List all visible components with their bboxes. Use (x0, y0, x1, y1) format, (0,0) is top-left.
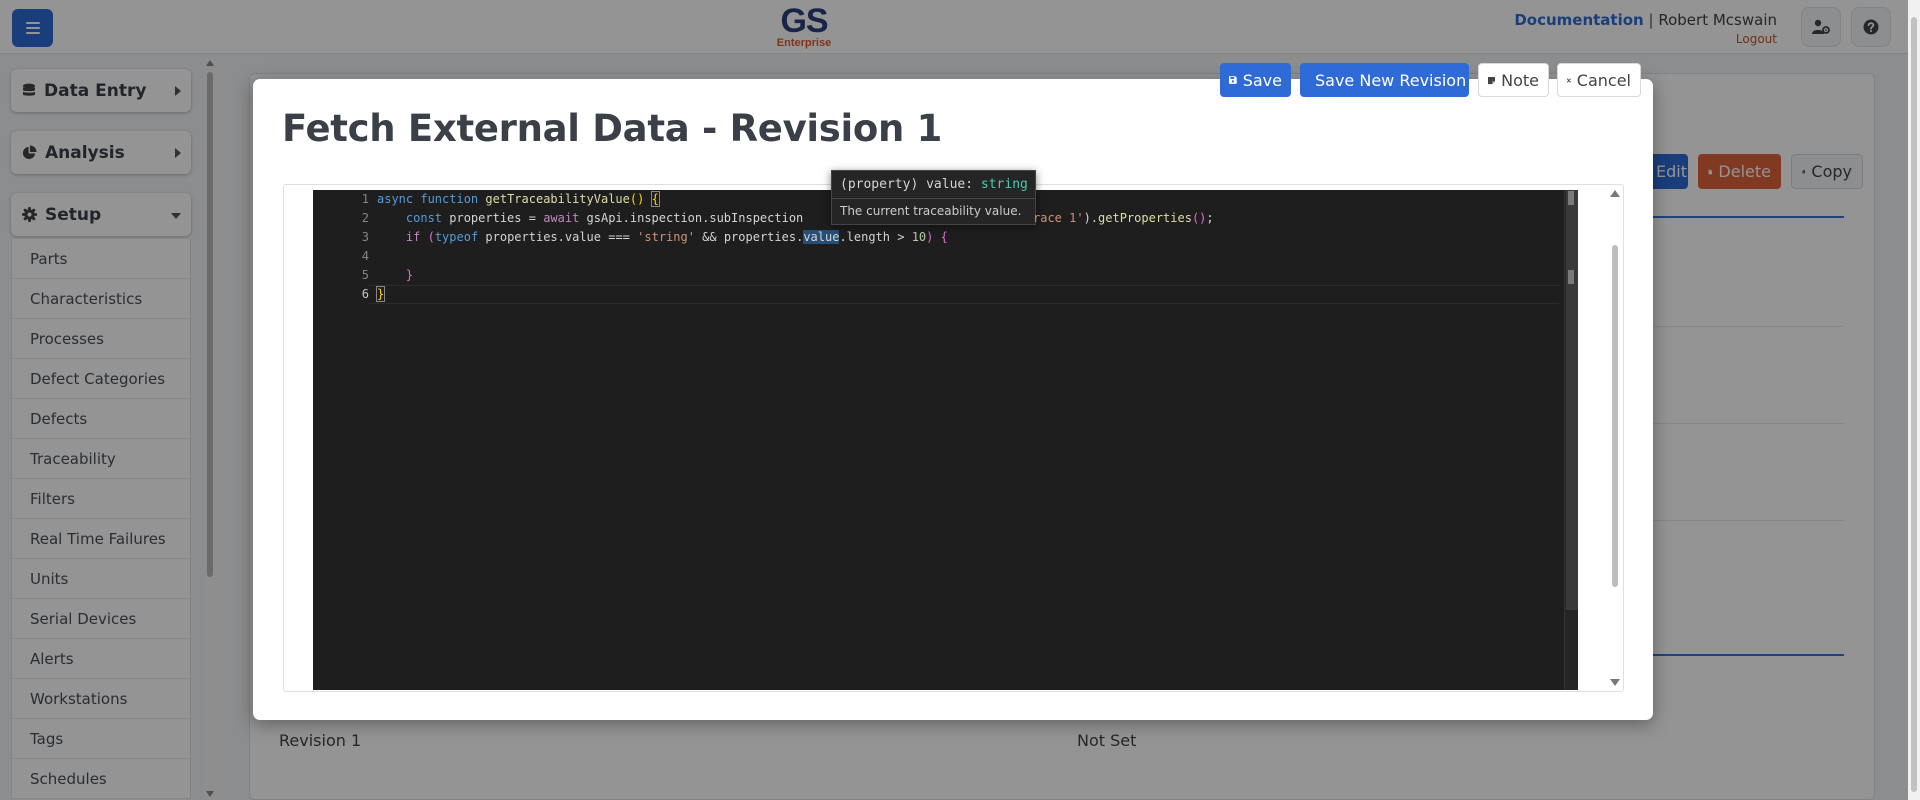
line-number-gutter: 1 2 3 4 5 6 (313, 190, 369, 690)
line-number: 3 (361, 230, 369, 244)
code-token: { (940, 230, 948, 244)
code-token: race 1' (1033, 211, 1084, 225)
save-icon (1229, 76, 1237, 84)
code-token: .length > (839, 230, 912, 244)
code-token: function (420, 192, 479, 206)
code-token: getProperties (1098, 211, 1192, 225)
editor-container-scrollbar[interactable] (1609, 187, 1621, 689)
line-number: 5 (361, 268, 369, 282)
page-scrollbar[interactable] (1908, 0, 1920, 800)
code-editor-scroll-thumb[interactable] (1566, 190, 1578, 610)
hover-tooltip: (property) value: string The current tra… (831, 170, 1036, 225)
code-token: await (543, 211, 580, 225)
code-line-5: } (377, 266, 413, 285)
code-token: 10 (911, 230, 927, 244)
note-button[interactable]: Note (1478, 63, 1549, 97)
line-number: 1 (361, 192, 369, 206)
editor-container-scroll-thumb[interactable] (1612, 245, 1618, 587)
code-token: } (375, 286, 386, 302)
modal-title: Fetch External Data - Revision 1 (282, 107, 943, 150)
close-icon (1567, 78, 1571, 82)
tooltip-signature-type: string (980, 177, 1028, 192)
line-number: 4 (361, 249, 369, 263)
code-token: () (629, 192, 645, 206)
code-line-3: if (typeof properties.value === 'string'… (377, 228, 948, 247)
line-number: 2 (361, 211, 369, 225)
code-token: ( (427, 230, 435, 244)
code-token: () (1191, 211, 1207, 225)
cancel-button[interactable]: Cancel (1557, 63, 1641, 97)
scroll-up-icon[interactable] (1610, 190, 1620, 197)
note-icon (1488, 76, 1496, 84)
code-token: } (405, 268, 414, 282)
page-scroll-thumb[interactable] (1911, 17, 1917, 792)
code-token: getTraceabilityValue (485, 192, 630, 206)
scroll-down-icon[interactable] (1610, 679, 1620, 686)
note-label: Note (1501, 70, 1539, 90)
tooltip-signature-prefix: (property) value: (840, 177, 974, 192)
cancel-label: Cancel (1576, 70, 1631, 90)
current-line-highlight (369, 285, 1559, 304)
code-token: gsApi.inspection.subInspection (579, 211, 804, 225)
text-cursor (384, 287, 386, 302)
tooltip-doc: The current traceability value. (840, 204, 1022, 218)
code-editor-scrollbar[interactable] (1564, 190, 1578, 690)
code-line-1: async function getTraceabilityValue() { (377, 190, 660, 209)
save-button[interactable]: Save (1220, 63, 1291, 97)
code-token: typeof (434, 230, 479, 244)
tooltip-divider (832, 198, 1035, 199)
code-token: && properties. (694, 230, 804, 244)
code-token: properties.value === (478, 230, 638, 244)
code-token: properties = (442, 211, 544, 225)
overview-ruler-mark (1568, 270, 1574, 284)
save-new-revision-label: Save New Revision (1315, 70, 1467, 90)
code-token: ; (1206, 211, 1214, 225)
tooltip-signature: (property) value: string (840, 177, 1028, 192)
code-editor[interactable]: 1 2 3 4 5 6 async function getTraceabili… (313, 190, 1578, 690)
code-token: 'string' (637, 230, 695, 244)
code-token: ). (1083, 211, 1099, 225)
code-token: if (405, 230, 421, 244)
line-number-active: 6 (361, 287, 369, 301)
save-label: Save (1242, 70, 1282, 90)
code-token: const (405, 211, 443, 225)
code-line-6: } (375, 285, 386, 304)
save-new-revision-button[interactable]: Save New Revision (1300, 63, 1469, 97)
code-line-2-tail: race 1').getProperties(); (1033, 209, 1214, 228)
code-token-highlighted: value (803, 230, 840, 244)
overview-ruler-mark (1568, 191, 1574, 205)
code-token: async (377, 192, 414, 206)
code-token: { (650, 191, 660, 207)
